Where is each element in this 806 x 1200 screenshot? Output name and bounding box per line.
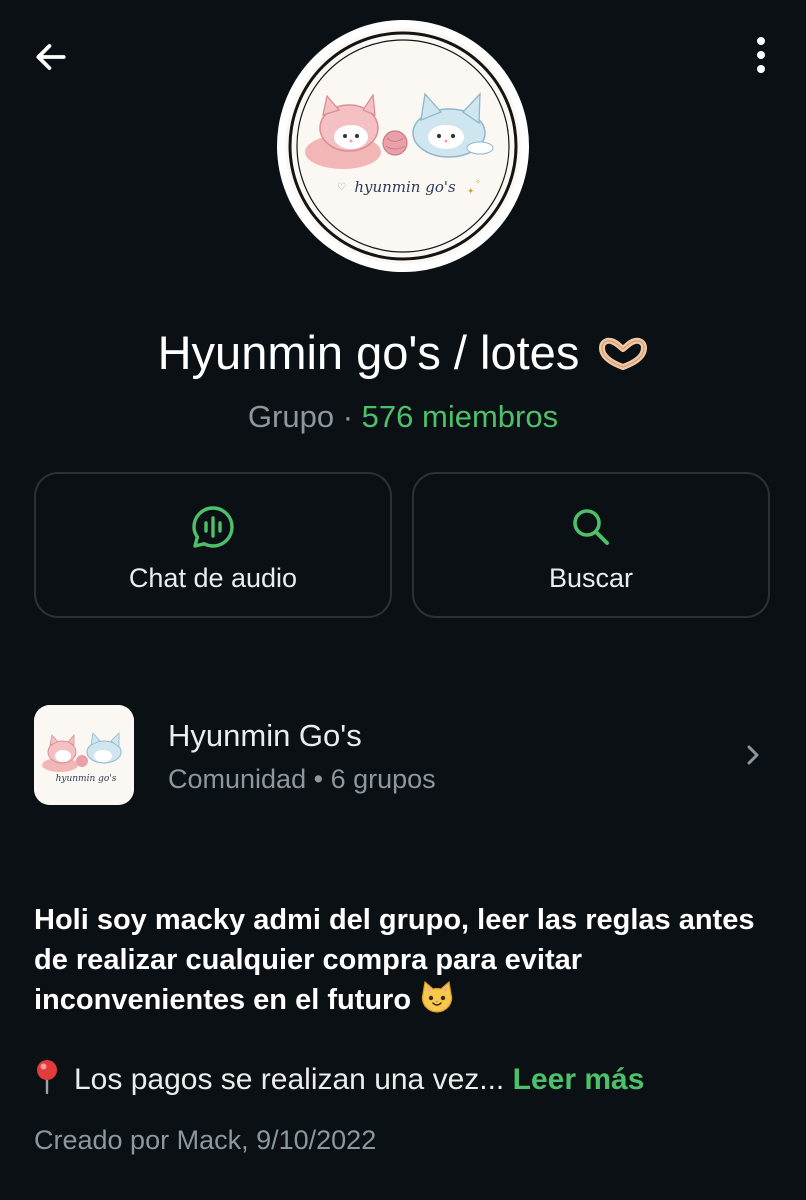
community-row[interactable]: hyunmin go's Hyunmin Go's Comunidad • 6 … <box>0 690 806 820</box>
community-name: Hyunmin Go's <box>168 718 362 753</box>
group-type: Grupo <box>247 399 335 434</box>
description-preview-text: Los pagos se realizan una vez... <box>74 1063 505 1096</box>
cat-emoji <box>419 980 455 1025</box>
svg-text:hyunmin go's: hyunmin go's <box>56 774 117 784</box>
audio-chat-label: Chat de audio <box>128 563 298 593</box>
group-logo-image: hyunmin go's ♡ ✦ ✧ <box>285 28 521 264</box>
read-more-link[interactable]: Leer más <box>513 1063 645 1096</box>
more-vertical-icon <box>757 37 765 73</box>
group-description: Holi soy macky admi del grupo, leer las … <box>34 900 774 1025</box>
community-logo-image: hyunmin go's <box>34 705 134 805</box>
heart-hands-emoji <box>598 322 648 392</box>
community-type: Comunidad <box>168 764 307 794</box>
arrow-left-icon <box>36 44 66 70</box>
svg-text:hyunmin go's: hyunmin go's <box>354 178 456 196</box>
svg-text:✧: ✧ <box>475 178 481 186</box>
separator-dot: · <box>342 399 354 434</box>
chevron-right-icon <box>747 745 759 765</box>
community-groups-count: 6 grupos <box>330 764 436 794</box>
svg-text:♡: ♡ <box>337 182 346 193</box>
audio-chat-icon <box>192 506 234 548</box>
svg-text:✦: ✦ <box>467 187 475 197</box>
audio-chat-button[interactable]: Chat de audio <box>34 472 392 618</box>
separator-dot: • <box>313 764 324 794</box>
group-avatar[interactable]: hyunmin go's ♡ ✦ ✧ <box>277 20 529 272</box>
created-by-text: Creado por Mack, 9/10/2022 <box>34 1125 377 1155</box>
group-title: Hyunmin go's / lotes <box>0 318 806 392</box>
members-count-link[interactable]: 576 miembros <box>362 399 558 434</box>
group-title-text: Hyunmin go's / lotes <box>157 326 580 379</box>
search-icon <box>573 509 609 545</box>
round-pushpin-emoji <box>34 1059 60 1108</box>
description-preview: Los pagos se realizan una vez... Leer má… <box>34 1058 644 1108</box>
group-subtitle: Grupo · 576 miembros <box>0 392 806 442</box>
community-avatar: hyunmin go's <box>34 705 134 805</box>
back-button[interactable] <box>28 34 74 80</box>
more-options-button[interactable] <box>738 32 784 78</box>
search-label: Buscar <box>548 563 634 593</box>
community-subtitle: Comunidad • 6 grupos <box>168 760 436 798</box>
search-button[interactable]: Buscar <box>412 472 770 618</box>
description-text: Holi soy macky admi del grupo, leer las … <box>34 904 755 1016</box>
